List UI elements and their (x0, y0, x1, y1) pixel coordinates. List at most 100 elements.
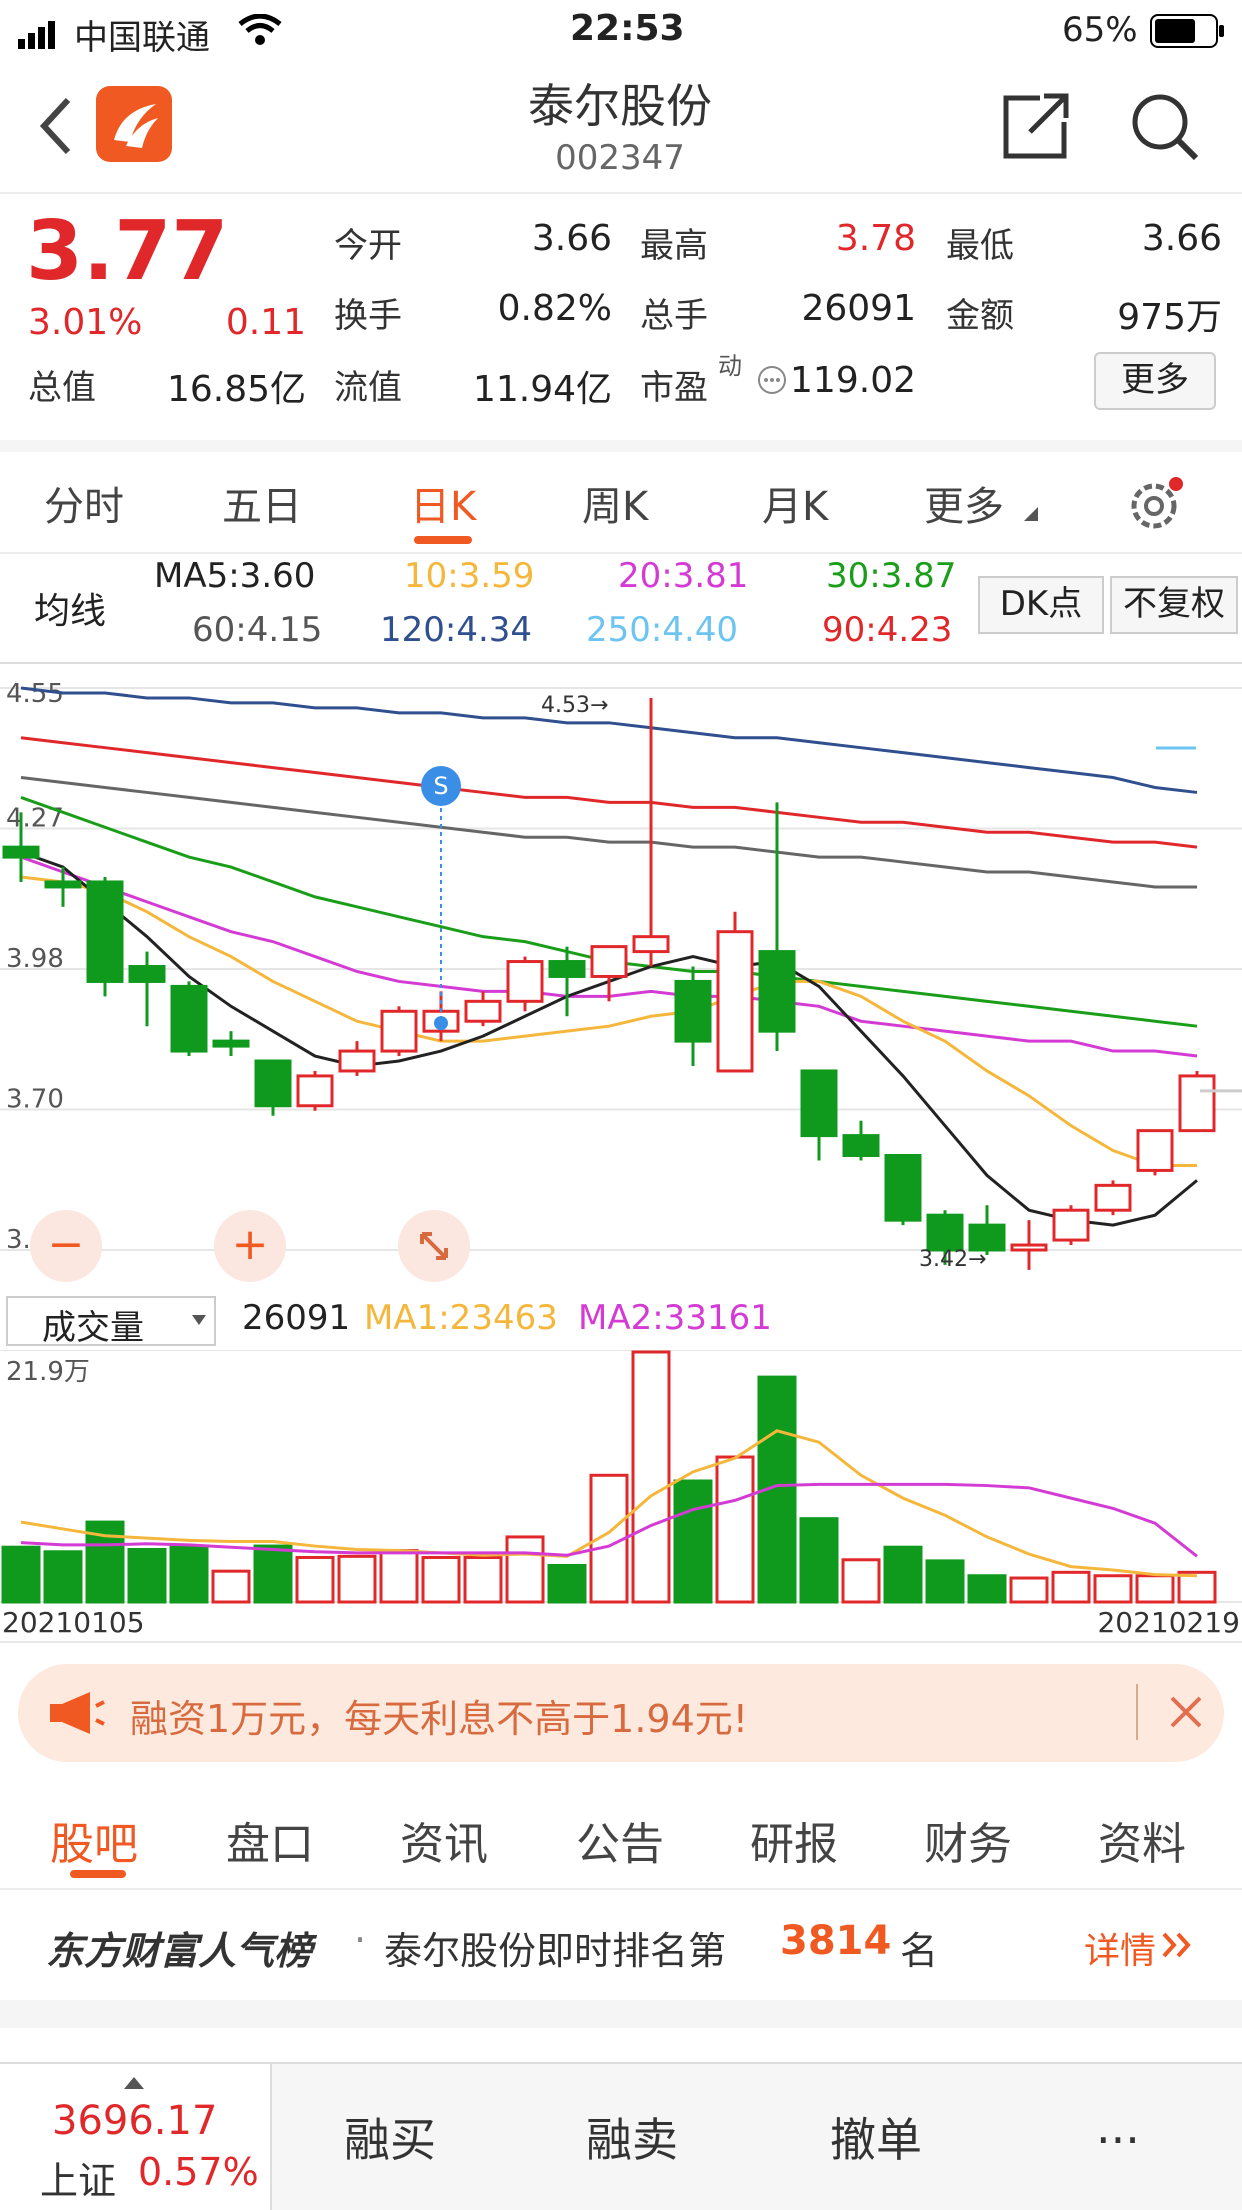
cancel-order-button[interactable]: 撤单 (830, 2104, 922, 2170)
margin-buy-button[interactable]: 融买 (344, 2104, 436, 2170)
content-tabs: 股吧 盘口 资讯 公告 研报 财务 资料 (0, 1780, 1242, 1890)
banner-divider (1136, 1684, 1138, 1740)
tab-news[interactable]: 资讯 (400, 1808, 488, 1872)
battery-icon (1150, 14, 1226, 57)
tab-more[interactable]: 更多 (924, 474, 1004, 532)
ma120-line (20, 686, 1198, 794)
volume-ma2: MA2:33161 (578, 1298, 772, 1338)
volume-value: 26091 (801, 288, 916, 329)
candle-body (1094, 1183, 1132, 1212)
volume-bar (967, 1574, 1007, 1604)
ma20-value: 20:3.81 (618, 556, 749, 596)
volume-header: 成交量 26091 MA1:23463 MA2:33161 (0, 1292, 1242, 1348)
tab-intraday[interactable]: 分时 (44, 474, 124, 532)
tab-guba[interactable]: 股吧 (50, 1808, 138, 1872)
tab-finance[interactable]: 财务 (924, 1808, 1012, 1872)
volume-bar (337, 1554, 377, 1604)
tab-research[interactable]: 研报 (750, 1808, 838, 1872)
indicator-select-label: 成交量 (42, 1308, 144, 1348)
volume-bar (127, 1547, 167, 1604)
signal-marker-label: S (433, 772, 448, 800)
signal-icon (18, 18, 64, 58)
candle-body (1136, 1129, 1174, 1172)
volume-bar (211, 1569, 251, 1604)
zoom-out-button[interactable]: − (30, 1210, 102, 1282)
volume-bar (379, 1549, 419, 1604)
adjust-button[interactable]: 不复权 (1110, 576, 1238, 634)
pe-dynamic-tag: 动 (718, 352, 742, 380)
low-label: 最低 (946, 226, 1014, 266)
candle-body (548, 960, 586, 978)
low-value: 3.66 (1141, 218, 1222, 259)
candle-body (842, 1134, 880, 1158)
candle-body (86, 880, 124, 983)
carrier-label: 中国联通 (74, 18, 210, 58)
close-icon[interactable] (1166, 1692, 1206, 1736)
popularity-rank[interactable]: 东方财富人气榜 · 泰尔股份即时排名第 3814 名 详情 (0, 1888, 1242, 1998)
period-tabs: 分时 五日 日K 周K 月K 更多 (0, 440, 1242, 554)
volume-bar (715, 1455, 755, 1604)
tab-announcements[interactable]: 公告 (576, 1808, 664, 1872)
share-icon[interactable] (1000, 92, 1072, 166)
info-icon[interactable] (756, 364, 788, 400)
promo-banner[interactable]: 融资1万元，每天利息不高于1.94元! (18, 1664, 1224, 1762)
candle-body (758, 950, 796, 1033)
volume-bar (883, 1545, 923, 1604)
candle-body (296, 1074, 334, 1108)
y-tick-label: 4.55 (6, 679, 64, 709)
tab-five-day[interactable]: 五日 (222, 474, 302, 532)
indicator-select[interactable]: 成交量 (6, 1296, 216, 1348)
volume-bar (43, 1550, 83, 1604)
signal-dot (434, 1016, 448, 1031)
amount-value: 975万 (1117, 297, 1222, 338)
index-widget[interactable]: 3696.17 上证 0.57% (0, 2064, 272, 2210)
rank-detail-link[interactable]: 详情 (1084, 1922, 1156, 1974)
more-actions-button[interactable]: ... (1096, 2100, 1140, 2154)
open-value: 3.66 (531, 218, 612, 259)
volume-chart[interactable]: 21.9万 20210105 20210219 (0, 1350, 1242, 1646)
index-change: 0.57% (138, 2150, 259, 2194)
candlestick-chart[interactable]: 4.554.273.983.703.424.53→3.42→S (0, 664, 1242, 1290)
tab-pankou[interactable]: 盘口 (226, 1808, 314, 1872)
zoom-in-button[interactable]: + (214, 1210, 286, 1282)
candle-body (1052, 1208, 1090, 1242)
dropdown-triangle-icon (1024, 506, 1038, 525)
candle-body (212, 1039, 250, 1048)
stock-code: 002347 (555, 138, 685, 178)
candle-body (170, 984, 208, 1053)
gear-icon[interactable] (1128, 476, 1184, 536)
rank-dot: · (354, 1918, 367, 1962)
tab-monthly-k[interactable]: 月K (762, 474, 828, 532)
more-quote-button[interactable]: 更多 (1094, 352, 1216, 410)
tab-profile[interactable]: 资料 (1098, 1808, 1186, 1872)
volume-bar (1, 1545, 41, 1604)
ma90-value: 90:4.23 (822, 610, 953, 650)
wifi-icon (238, 13, 282, 55)
candle-body (44, 880, 82, 889)
candle-body (2, 845, 40, 859)
rank-number: 3814 (780, 1918, 892, 1964)
tab-daily-k[interactable]: 日K (410, 474, 476, 532)
dk-button[interactable]: DK点 (978, 576, 1104, 634)
tab-weekly-k[interactable]: 周K (582, 474, 648, 532)
turnover-value: 0.82% (497, 288, 612, 329)
back-icon[interactable] (36, 96, 76, 160)
volume-bar (673, 1479, 713, 1604)
ma10-value: 10:3.59 (404, 556, 535, 596)
float-cap-label: 流值 (334, 368, 402, 408)
x-start-label: 20210105 (2, 1606, 145, 1639)
search-icon[interactable] (1128, 90, 1200, 166)
app-logo-icon (96, 86, 172, 162)
volume-bar (547, 1563, 587, 1604)
volume-max-label: 21.9万 (6, 1357, 90, 1387)
expand-icon[interactable] (398, 1210, 470, 1282)
y-tick-label: 3.98 (6, 944, 64, 974)
high-annotation: 4.53→ (541, 693, 608, 718)
content-tab-indicator (70, 1870, 126, 1878)
volume-value: 26091 (242, 1298, 351, 1338)
ma60-value: 60:4.15 (192, 610, 323, 650)
candle-body (590, 945, 628, 978)
candle-body (926, 1213, 964, 1252)
margin-sell-button[interactable]: 融卖 (586, 2104, 678, 2170)
volume-bar (505, 1535, 545, 1604)
